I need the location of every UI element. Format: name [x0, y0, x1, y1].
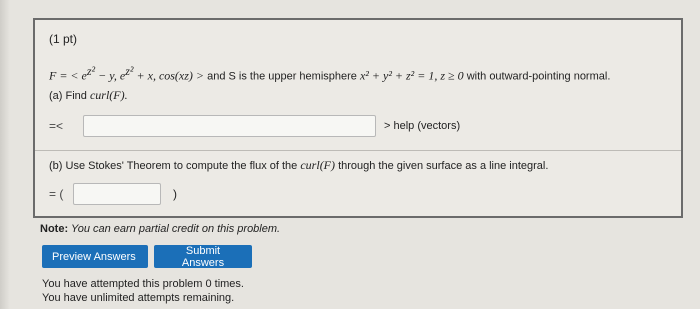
part-b-math: curl(F): [300, 158, 336, 172]
part-b-tail: through the given surface as a line inte…: [335, 160, 549, 172]
problem-box: (1 pt) F = < ez² − y, ez² + x, cos(xz) >…: [33, 18, 683, 218]
statement-text: and S is the upper hemisphere: [204, 70, 360, 83]
exponent-2: z²: [125, 64, 134, 78]
part-a-prefix: =<: [49, 119, 64, 133]
part-b-suffix: ): [173, 187, 177, 201]
page-edge: [0, 0, 10, 309]
note-label: Note:: [40, 223, 69, 235]
part-a-label: (a) Find curl(F).: [49, 88, 128, 103]
part-a-math: curl(F).: [89, 88, 128, 102]
flux-answer-input[interactable]: [73, 183, 161, 205]
vector-field-mid1: − y, e: [95, 68, 126, 83]
divider: [35, 150, 681, 151]
part-b-label: (b) Use Stokes' Theorem to compute the f…: [49, 158, 548, 173]
part-a-answer-row: =< > help (vectors): [49, 114, 460, 138]
part-b-prefix: = (: [49, 187, 64, 201]
vector-field-mid2: + x, cos(xz) >: [133, 68, 205, 83]
attempts-line-1: You have attempted this problem 0 times.: [42, 278, 244, 290]
attempts-info: You have attempted this problem 0 times.…: [42, 277, 244, 305]
problem-statement: F = < ez² − y, ez² + x, cos(xz) > and S …: [49, 64, 679, 84]
note-text: You can earn partial credit on this prob…: [68, 223, 281, 235]
hemisphere-equation: x² + y² + z² = 1, z ≥ 0: [359, 68, 464, 83]
preview-answers-button[interactable]: Preview Answers: [42, 245, 148, 268]
submit-answers-button[interactable]: Submit Answers: [154, 245, 252, 269]
part-b-answer-row: = ( ): [49, 182, 177, 206]
part-a-text: (a) Find: [49, 90, 90, 102]
vector-field-lhs: F = < e: [49, 68, 87, 83]
exponent-1: z²: [86, 64, 96, 78]
points-label: (1 pt): [49, 32, 78, 46]
partial-credit-note: Note: You can earn partial credit on thi…: [40, 223, 280, 235]
attempts-line-2: You have unlimited attempts remaining.: [42, 292, 235, 304]
part-b-text: (b) Use Stokes' Theorem to compute the f…: [49, 160, 301, 172]
help-vectors-link[interactable]: > help (vectors): [384, 120, 460, 132]
curl-answer-input[interactable]: [83, 115, 376, 137]
statement-tail: with outward-pointing normal.: [463, 70, 611, 83]
